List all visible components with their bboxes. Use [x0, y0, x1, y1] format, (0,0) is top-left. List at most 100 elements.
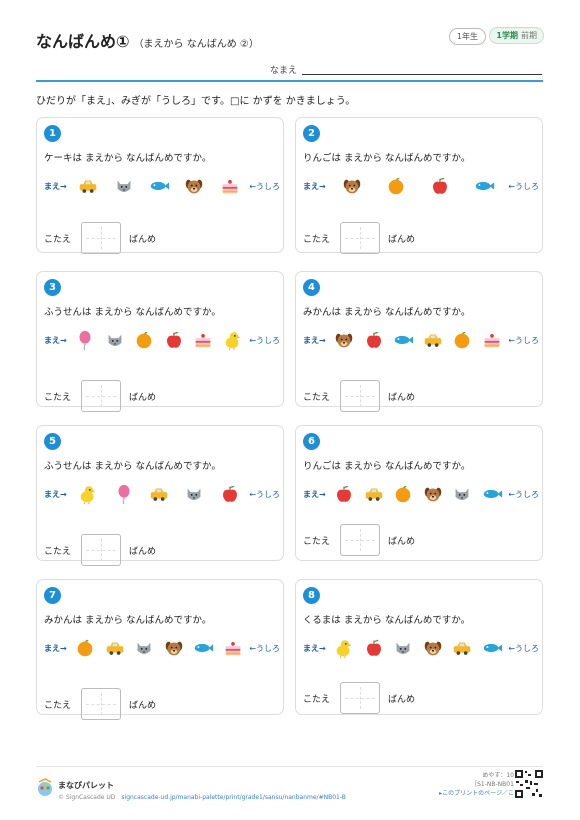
car-icon	[104, 637, 126, 659]
item-list	[330, 175, 507, 197]
item-row: まえ→ ←うしろ	[303, 482, 539, 506]
item-row: まえ→ ←うしろ	[44, 328, 280, 352]
front-label: まえ→	[44, 643, 67, 653]
dog-icon	[183, 175, 205, 197]
item-list	[330, 483, 507, 505]
answer-label: こたえ	[44, 392, 72, 403]
question-card: 7 みかんは まえから なんばんめですか。 まえ→ ←うしろ こたえ ばんめ	[36, 579, 284, 720]
fish-icon	[473, 175, 495, 197]
back-label: ←うしろ	[508, 489, 539, 499]
item-row: まえ→ ←うしろ	[303, 328, 539, 352]
back-label: ←うしろ	[508, 335, 539, 345]
apple-icon	[429, 175, 451, 197]
item-list	[330, 637, 507, 659]
footer-divider	[36, 766, 543, 767]
orange-icon	[451, 329, 473, 351]
answer-label: こたえ	[303, 536, 331, 547]
cat-icon	[451, 483, 473, 505]
fish-icon	[481, 483, 503, 505]
answer-row: こたえ ばんめ	[303, 222, 415, 254]
subtitle: （まえから なんばんめ ②）	[133, 39, 259, 50]
footer-url[interactable]: signcascade-ud.jp/manabi-palette/print/g…	[121, 794, 346, 801]
time-estimate: めやす：10ぷん	[482, 772, 526, 779]
front-label: まえ→	[303, 335, 326, 345]
front-label: まえ→	[303, 489, 326, 499]
apple-icon	[363, 637, 385, 659]
dog-icon	[341, 175, 363, 197]
answer-box[interactable]	[340, 682, 381, 714]
name-field[interactable]	[302, 74, 542, 75]
question-text: ふうせんは まえから なんばんめですか。	[44, 307, 221, 318]
apple-icon	[333, 483, 355, 505]
item-list	[71, 483, 248, 505]
answer-suffix: ばんめ	[388, 234, 416, 245]
item-list	[71, 329, 248, 351]
fish-icon	[481, 637, 503, 659]
question-number: 8	[303, 587, 320, 604]
answer-box[interactable]	[340, 222, 381, 254]
cat-icon	[183, 483, 205, 505]
name-label: なまえ	[270, 66, 298, 76]
cake-icon	[481, 329, 503, 351]
page-title: なんばんめ① （まえから なんばんめ ②）	[36, 28, 259, 52]
answer-label: こたえ	[44, 700, 72, 711]
question-card: 4 みかんは まえから なんばんめですか。 まえ→ ←うしろ こたえ ばんめ	[295, 271, 543, 412]
answer-box[interactable]	[81, 688, 122, 720]
answer-suffix: ばんめ	[129, 700, 157, 711]
dog-icon	[333, 329, 355, 351]
term-badge: 1学期 前期	[489, 27, 544, 44]
car-icon	[148, 483, 170, 505]
term-sub: 前期	[521, 31, 537, 40]
orange-icon	[133, 329, 155, 351]
cake-icon	[219, 175, 241, 197]
orange-icon	[392, 483, 414, 505]
chick-icon	[333, 637, 355, 659]
answer-box[interactable]	[81, 380, 122, 412]
question-text: ケーキは まえから なんばんめですか。	[44, 153, 212, 164]
item-row: まえ→ ←うしろ	[303, 174, 539, 198]
question-card: 2 りんごは まえから なんばんめですか。 まえ→ ←うしろ こたえ ばんめ	[295, 117, 543, 254]
back-label: ←うしろ	[249, 489, 280, 499]
answer-box[interactable]	[81, 222, 122, 254]
apple-icon	[219, 483, 241, 505]
question-number: 1	[44, 125, 61, 142]
answer-suffix: ばんめ	[129, 392, 157, 403]
footer-meta: めやす：10ぷん ［S1-NB-NB01-B］ ▸このプリントのページ／こたえ	[439, 771, 526, 798]
answer-row: こたえ ばんめ	[44, 222, 156, 254]
answer-row: こたえ ばんめ	[303, 682, 415, 714]
question-text: ふうせんは まえから なんばんめですか。	[44, 461, 221, 472]
question-number: 5	[44, 433, 61, 450]
answer-box[interactable]	[340, 380, 381, 412]
answer-suffix: ばんめ	[388, 536, 416, 547]
cat-icon	[104, 329, 126, 351]
item-list	[71, 637, 248, 659]
front-label: まえ→	[44, 489, 67, 499]
answer-box[interactable]	[340, 524, 381, 556]
question-number: 7	[44, 587, 61, 604]
cake-icon	[222, 637, 244, 659]
question-card: 8 くるまは まえから なんばんめですか。 まえ→ ←うしろ こたえ ばんめ	[295, 579, 543, 715]
question-text: くるまは まえから なんばんめですか。	[303, 615, 471, 626]
cake-icon	[192, 329, 214, 351]
balloon-icon	[74, 329, 96, 351]
car-icon	[451, 637, 473, 659]
qr-code-icon[interactable]	[514, 769, 544, 799]
question-number: 6	[303, 433, 320, 450]
item-row: まえ→ ←うしろ	[44, 174, 280, 198]
answer-row: こたえ ばんめ	[303, 524, 415, 556]
question-number: 4	[303, 279, 320, 296]
item-list	[71, 175, 248, 197]
answer-label: こたえ	[44, 234, 72, 245]
answer-label: こたえ	[44, 546, 72, 557]
fish-icon	[148, 175, 170, 197]
answer-row: こたえ ばんめ	[44, 380, 156, 412]
question-card: 6 りんごは まえから なんばんめですか。 まえ→ ←うしろ こたえ ばんめ	[295, 425, 543, 561]
fish-icon	[392, 329, 414, 351]
answer-link[interactable]: ▸このプリントのページ／こたえ	[439, 789, 526, 798]
car-icon	[422, 329, 444, 351]
back-label: ←うしろ	[508, 643, 539, 653]
apple-icon	[163, 329, 185, 351]
dog-icon	[422, 637, 444, 659]
answer-box[interactable]	[81, 534, 122, 566]
question-card: 3 ふうせんは まえから なんばんめですか。 まえ→ ←うしろ こたえ ばんめ	[36, 271, 284, 412]
